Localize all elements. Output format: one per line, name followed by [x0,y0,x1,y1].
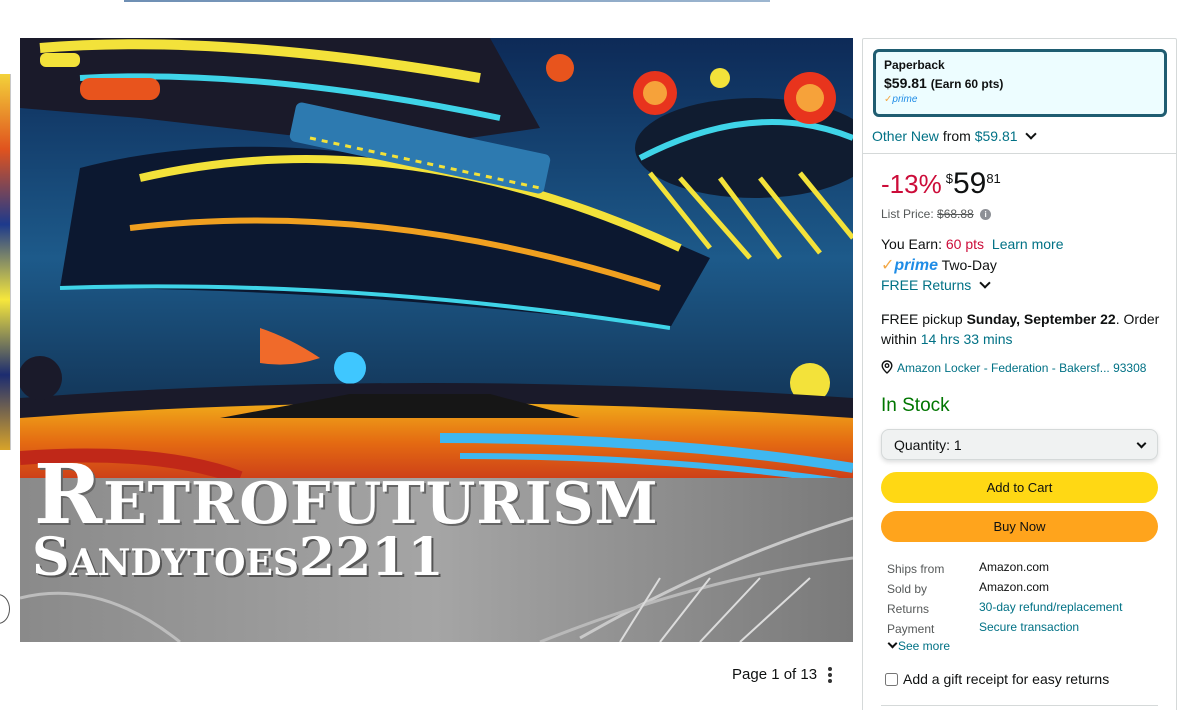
learn-more-link[interactable]: Learn more [992,236,1064,252]
discount-percent: -13% [881,169,942,199]
locker-address[interactable]: Amazon Locker - Federation - Bakersf... … [897,361,1146,375]
earn-points: You Earn: 60 pts Learn more [881,236,1064,252]
earn-label: You Earn: [881,236,942,252]
cover-subtitle: Sandytoes2211 [32,527,444,588]
free-returns-label[interactable]: FREE Returns [881,277,971,293]
quantity-value: 1 [953,437,962,453]
payment-label: Payment [887,622,935,636]
add-to-cart-button[interactable]: Add to Cart [881,472,1158,503]
price-currency: $ [945,171,953,186]
stock-status: In Stock [881,395,950,416]
chevron-down-icon [1136,438,1147,449]
price-fraction: 81 [986,171,1001,186]
list-price-label: List Price: [881,207,934,221]
list-price-value: $68.88 [937,207,974,221]
gift-receipt-option[interactable]: Add a gift receipt for easy returns [885,671,1109,687]
section-divider [881,705,1158,706]
offer-details-labels: Ships from Sold by Returns Payment [887,559,977,639]
prime-delivery: ✓prime Two-Day [881,255,997,275]
ships-from-value: Amazon.com [979,560,1050,574]
earn-points-value: 60 pts [945,236,985,252]
format-prime-badge: ✓prime [884,94,918,105]
pickup-countdown: 14 hrs 33 mins [920,331,1013,347]
cover-title: Retrofuturism [34,447,659,543]
product-main-image[interactable]: Retrofuturism Sandytoes2211 [20,38,853,642]
previous-image-peek[interactable] [0,74,10,450]
see-more-toggle[interactable]: See more [887,638,950,653]
pickup-date: Sunday, September 22 [966,311,1116,327]
see-more-label[interactable]: See more [898,639,950,653]
sold-by-value: Amazon.com [979,580,1050,594]
price-block: -13% $5981 [881,169,1001,199]
format-option-paperback[interactable]: Paperback $59.81 (Earn 60 pts) ✓prime [873,49,1167,117]
price-whole: 59 [952,167,987,200]
delivery-location-link[interactable]: Amazon Locker - Federation - Bakersf... … [881,360,1146,375]
quantity-label: Quantity: [894,437,951,453]
format-price: $59.81 [884,75,927,91]
carousel-prev-button[interactable] [0,594,10,624]
location-pin-icon [881,360,893,374]
top-scroll-indicator [124,0,770,2]
list-price: List Price: $68.88 i [881,207,992,221]
returns-label: Returns [887,602,930,616]
gift-receipt-checkbox[interactable] [885,672,898,686]
other-new-label[interactable]: Other New [872,128,939,144]
more-options-icon[interactable] [822,664,838,686]
chevron-down-icon[interactable] [887,638,898,649]
other-new-offers-link[interactable]: Other New from $59.81 [872,128,1038,144]
prime-logo-icon: ✓prime [881,257,938,274]
pickup-prefix: FREE pickup [881,311,963,327]
sold-by-label: Sold by [887,582,928,596]
format-points: (Earn 60 pts) [930,77,1004,91]
chevron-down-icon[interactable] [1025,128,1038,140]
format-name: Paperback [884,58,945,72]
returns-policy-link[interactable]: 30-day refund/replacement [979,597,1179,617]
quantity-select[interactable]: Quantity: 1 [881,429,1158,460]
thumb-divider [10,74,11,450]
free-returns-link[interactable]: FREE Returns [881,277,991,293]
other-new-from: from [942,128,971,144]
buy-box: Paperback $59.81 (Earn 60 pts) ✓prime Ot… [862,38,1177,710]
other-new-price[interactable]: $59.81 [975,128,1018,144]
secure-transaction-link[interactable]: Secure transaction [979,617,1179,637]
gift-receipt-label[interactable]: Add a gift receipt for easy returns [903,671,1109,687]
chevron-down-icon[interactable] [979,277,991,289]
format-price-row: $59.81 (Earn 60 pts) [884,73,1156,94]
buy-now-button[interactable]: Buy Now [881,511,1158,542]
offer-details-values: Amazon.com Amazon.com 30-day refund/repl… [979,557,1179,637]
info-icon[interactable]: i [980,209,992,221]
ships-from-label: Ships from [887,562,945,576]
section-divider [863,153,1176,154]
pickup-info: FREE pickup Sunday, September 22. Order … [881,309,1166,349]
prime-speed: Two-Day [941,257,997,273]
page-indicator: Page 1 of 13 [732,666,818,683]
